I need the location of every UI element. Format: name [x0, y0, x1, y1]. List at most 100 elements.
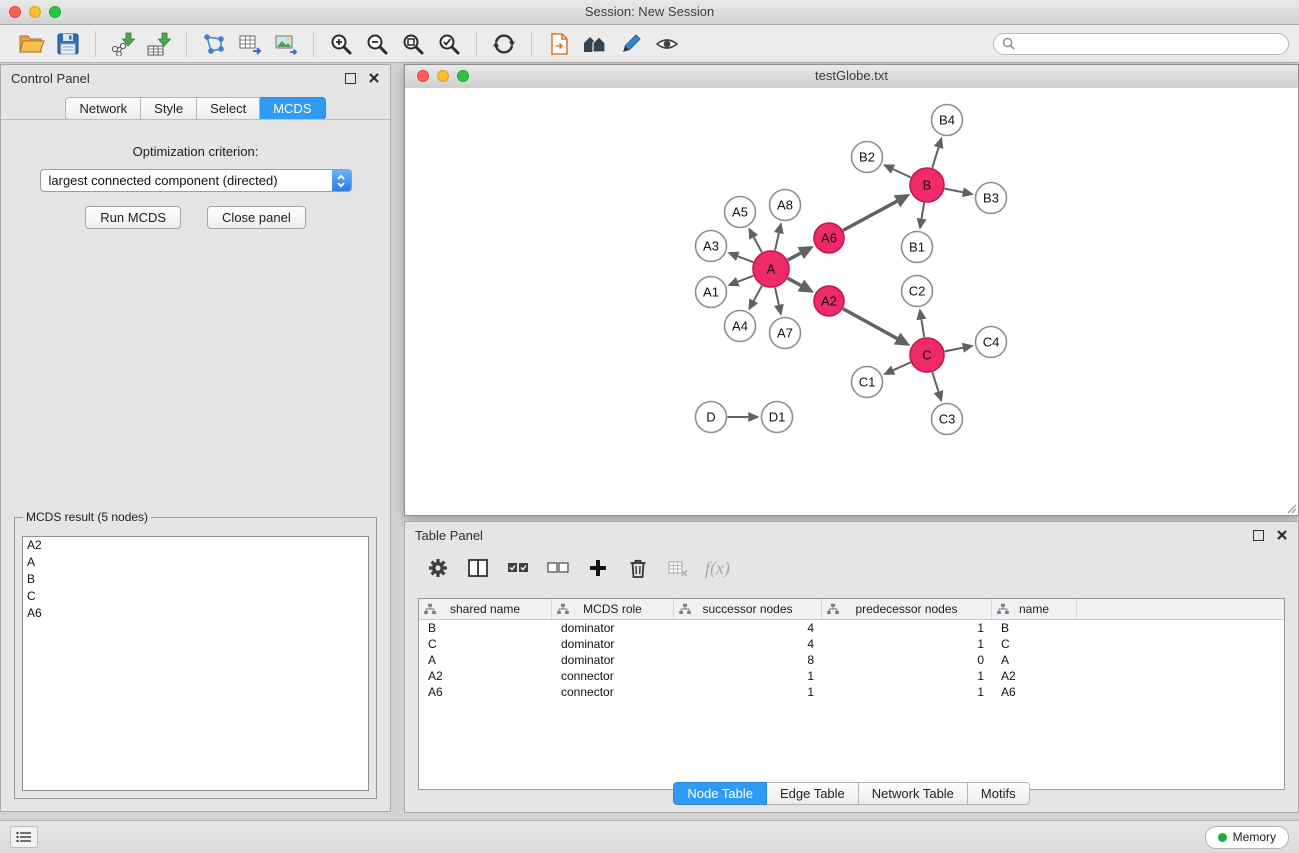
column-header-predecessor-nodes[interactable]: predecessor nodes: [822, 599, 992, 619]
close-window-button[interactable]: [9, 6, 21, 18]
table-row[interactable]: Bdominator41B: [419, 620, 1284, 636]
graph-edge-A-A8[interactable]: [775, 233, 779, 250]
import-table-button[interactable]: [141, 29, 177, 59]
table-row[interactable]: A2connector11A2: [419, 668, 1284, 684]
tab-style[interactable]: Style: [141, 97, 197, 120]
run-mcds-button[interactable]: Run MCDS: [85, 206, 181, 229]
zoom-out-button[interactable]: [359, 29, 395, 59]
table-settings-button[interactable]: [421, 553, 455, 583]
maximize-window-button[interactable]: [49, 6, 61, 18]
result-item[interactable]: A2: [23, 537, 368, 554]
graph-edge-B-B2[interactable]: [893, 169, 911, 177]
resize-grip-icon[interactable]: [1285, 502, 1297, 514]
show-graphics-details-button[interactable]: [649, 29, 685, 59]
float-table-panel-icon[interactable]: [1253, 530, 1264, 541]
save-floppy-icon: [56, 32, 80, 56]
graph-edge-C-C1[interactable]: [893, 362, 910, 370]
graph-edge-A-A4[interactable]: [754, 286, 762, 301]
search-input[interactable]: [1021, 35, 1280, 52]
table-cell: C: [419, 637, 552, 651]
table-row[interactable]: A6connector11A6: [419, 684, 1284, 700]
mcds-result-list[interactable]: A2ABCA6: [22, 536, 369, 791]
close-view-button[interactable]: [417, 70, 429, 82]
open-document-button[interactable]: [541, 29, 577, 59]
graph-edge-A-A1[interactable]: [738, 276, 753, 282]
close-panel-button[interactable]: Close panel: [207, 206, 306, 229]
graph-edge-B-B3[interactable]: [945, 189, 963, 193]
graph-edge-A-A2[interactable]: [788, 278, 801, 285]
zoom-selected-button[interactable]: [431, 29, 467, 59]
deselect-all-columns-button[interactable]: [541, 553, 575, 583]
graph-edge-A-A7[interactable]: [775, 288, 779, 305]
column-header-MCDS-role[interactable]: MCDS role: [552, 599, 674, 619]
result-item[interactable]: C: [23, 588, 368, 605]
tab-network[interactable]: Network: [65, 97, 141, 120]
task-history-button[interactable]: [10, 826, 38, 848]
zoom-fit-button[interactable]: [395, 29, 431, 59]
graph-edge-A2-C[interactable]: [843, 309, 897, 339]
format-column-button[interactable]: [461, 553, 495, 583]
birdseye-view-button[interactable]: [577, 29, 613, 59]
add-column-button[interactable]: [581, 553, 615, 583]
minimize-window-button[interactable]: [29, 6, 41, 18]
graph-edge-arrowhead: [748, 412, 759, 422]
graph-edge-A-A6[interactable]: [788, 253, 801, 260]
minimize-view-button[interactable]: [437, 70, 449, 82]
result-item[interactable]: A6: [23, 605, 368, 622]
export-table-button[interactable]: [232, 29, 268, 59]
table-row[interactable]: Adominator80A: [419, 652, 1284, 668]
mcds-result-title: MCDS result (5 nodes): [23, 510, 151, 524]
save-session-button[interactable]: [50, 29, 86, 59]
graph-node-label: C1: [859, 375, 876, 390]
main-toolbar: [0, 25, 1299, 63]
zoom-selected-icon: [437, 32, 461, 56]
network-window-titlebar[interactable]: testGlobe.txt: [405, 65, 1298, 89]
new-network-button[interactable]: [196, 29, 232, 59]
tab-select[interactable]: Select: [197, 97, 260, 120]
tab-mcds[interactable]: MCDS: [260, 97, 325, 120]
function-builder-button[interactable]: f(x): [701, 558, 730, 579]
optimization-criterion-select[interactable]: largest connected component (directed): [40, 169, 352, 192]
graph-edge-arrowhead: [934, 390, 944, 402]
graph-edge-B-B1[interactable]: [922, 203, 925, 219]
search-box[interactable]: [993, 33, 1289, 55]
graph-edge-C-C3[interactable]: [932, 372, 938, 391]
delete-column-button[interactable]: [621, 553, 655, 583]
graph-edge-C-C2[interactable]: [921, 319, 924, 337]
apply-style-button[interactable]: [613, 29, 649, 59]
close-panel-icon[interactable]: [368, 72, 380, 84]
table-tab-network-table[interactable]: Network Table: [859, 782, 968, 805]
select-all-columns-button[interactable]: [501, 553, 535, 583]
zoom-in-button[interactable]: [323, 29, 359, 59]
open-session-button[interactable]: [14, 29, 50, 59]
column-header-shared-name[interactable]: shared name: [419, 599, 552, 619]
table-cell: B: [992, 621, 1077, 635]
export-table-icon: [238, 32, 262, 56]
float-panel-icon[interactable]: [345, 73, 356, 84]
table-row[interactable]: Cdominator41C: [419, 636, 1284, 652]
import-network-button[interactable]: [105, 29, 141, 59]
result-item[interactable]: A: [23, 554, 368, 571]
brush-icon: [619, 32, 643, 56]
refresh-view-button[interactable]: [486, 29, 522, 59]
graph-edge-A-A3[interactable]: [738, 256, 753, 262]
table-tab-motifs[interactable]: Motifs: [968, 782, 1030, 805]
graph-edge-A6-B[interactable]: [843, 201, 897, 230]
graph-edge-A-A5[interactable]: [754, 237, 762, 252]
memory-button[interactable]: Memory: [1205, 826, 1289, 849]
table-cell: 1: [674, 669, 822, 683]
network-graph[interactable]: B4B2BB3A5A8A6B1A3AA1C2A2A4A7C4CC1DD1C3: [405, 88, 1298, 515]
graph-edge-B-B4[interactable]: [932, 147, 938, 167]
table-tab-edge-table[interactable]: Edge Table: [767, 782, 859, 805]
network-canvas[interactable]: B4B2BB3A5A8A6B1A3AA1C2A2A4A7C4CC1DD1C3: [405, 88, 1298, 515]
result-item[interactable]: B: [23, 571, 368, 588]
column-header-successor-nodes[interactable]: successor nodes: [674, 599, 822, 619]
column-type-icon: [679, 603, 691, 615]
maximize-view-button[interactable]: [457, 70, 469, 82]
graph-edge-C-C4[interactable]: [945, 348, 963, 352]
column-header-name[interactable]: name: [992, 599, 1077, 619]
table-toolbar: f(x): [405, 548, 1298, 588]
export-image-button[interactable]: [268, 29, 304, 59]
close-table-panel-icon[interactable]: [1276, 529, 1288, 541]
table-tab-node-table[interactable]: Node Table: [673, 782, 767, 805]
